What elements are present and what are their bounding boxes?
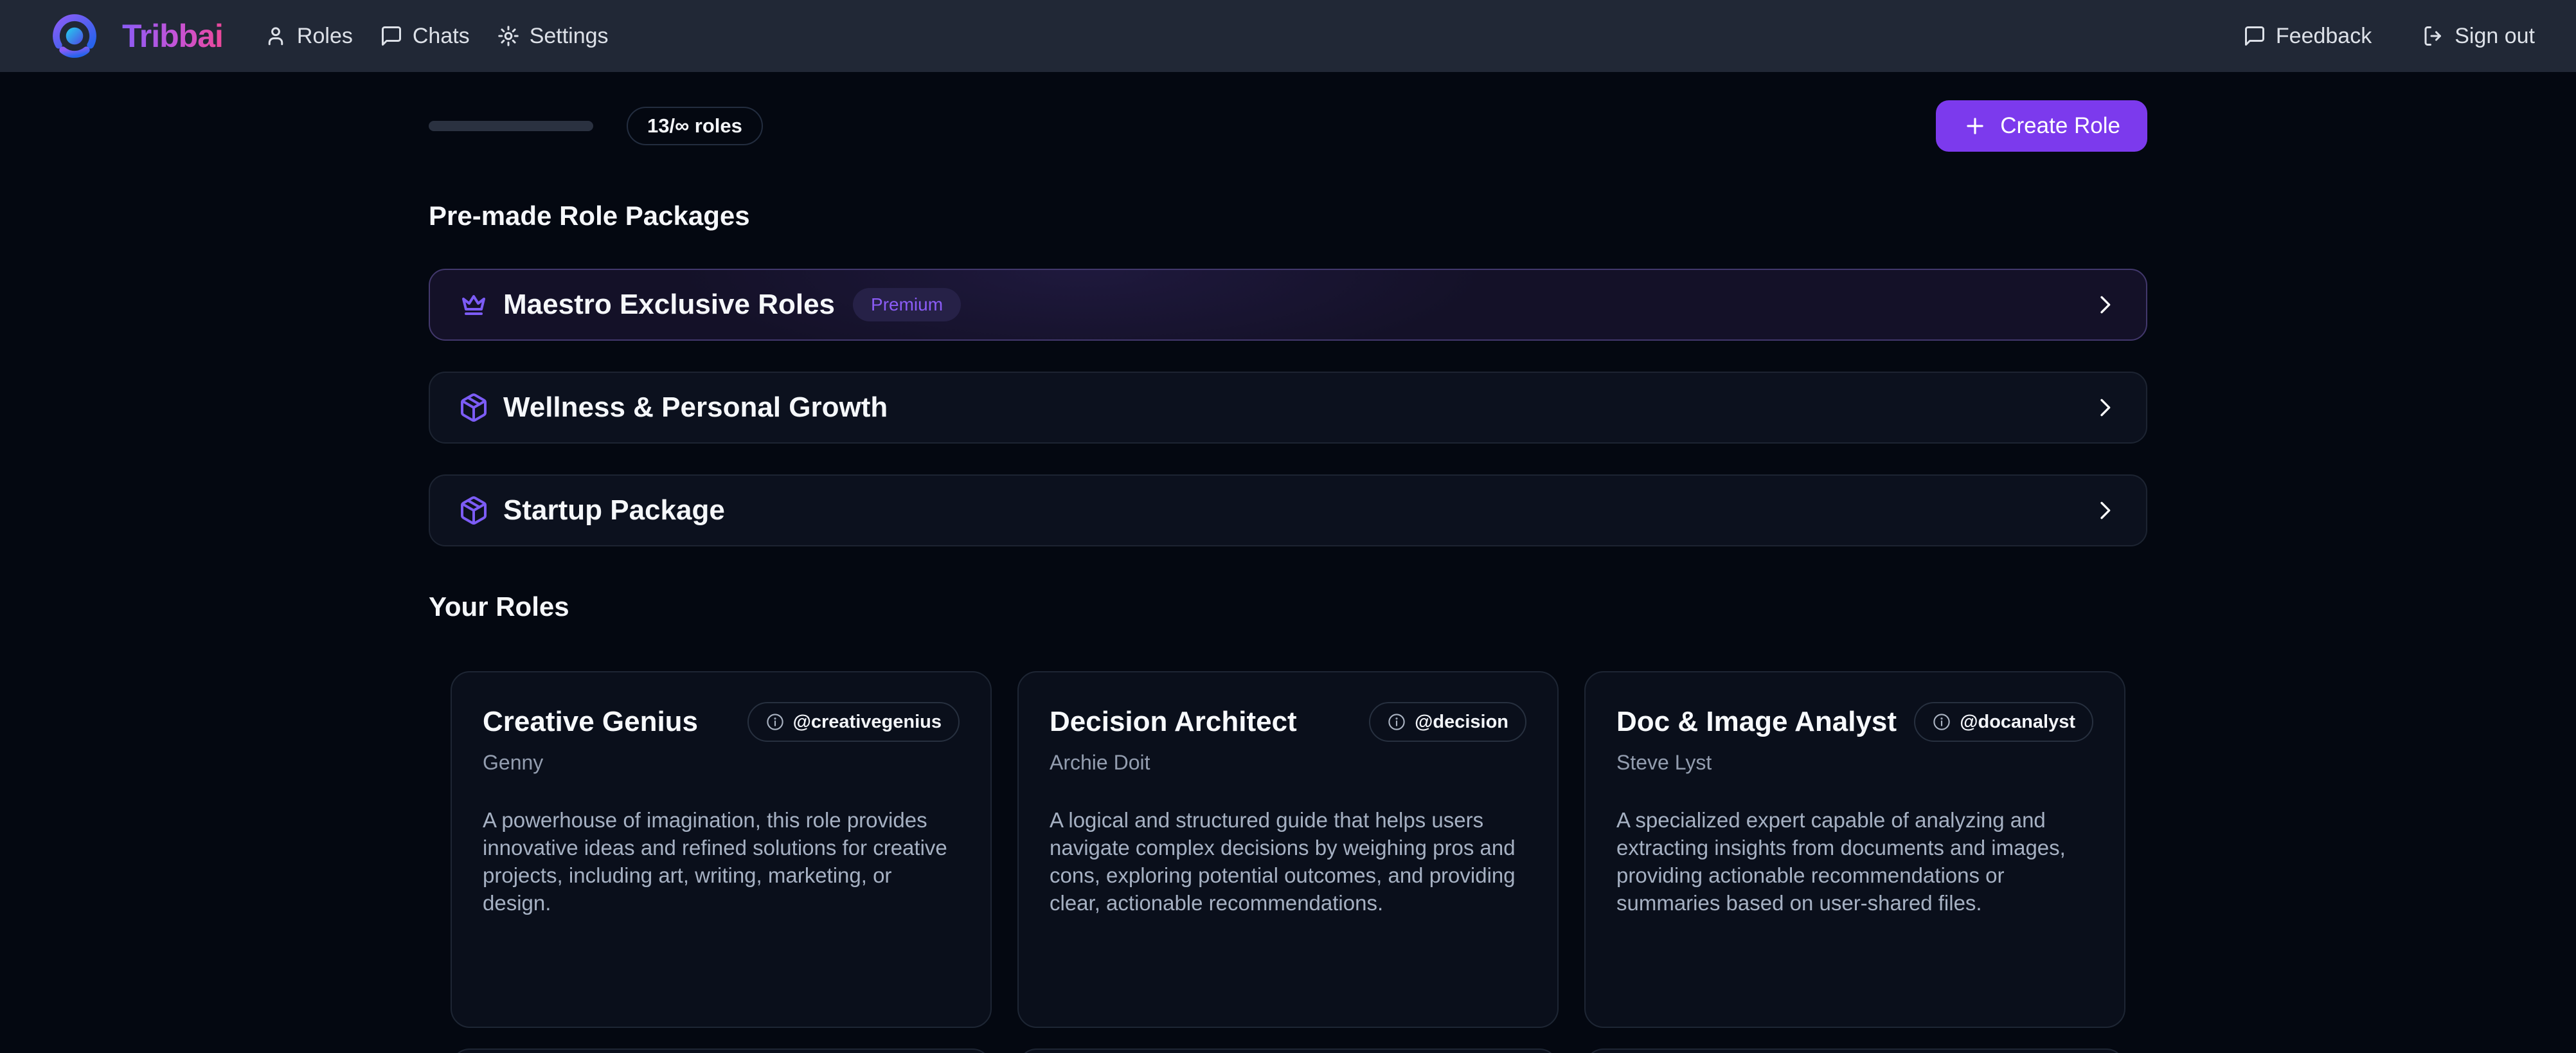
- role-card-partial[interactable]: [451, 1048, 992, 1053]
- create-role-button[interactable]: Create Role: [1936, 100, 2147, 152]
- role-card-creative-genius[interactable]: Creative Genius @creativegenius Genny A …: [451, 671, 992, 1028]
- info-icon: [1387, 712, 1406, 732]
- your-roles-grid-wrap: Creative Genius @creativegenius Genny A …: [429, 671, 2147, 1053]
- top-nav-bar: Tribbai Roles Chats: [0, 0, 2576, 72]
- packages-section-heading: Pre-made Role Packages: [429, 201, 2147, 231]
- chevron-right-icon[interactable]: [2092, 292, 2118, 318]
- role-handle-badge[interactable]: @docanalyst: [1914, 702, 2093, 742]
- roles-progress-bar: [429, 121, 593, 131]
- brand[interactable]: Tribbai: [41, 3, 223, 69]
- nav-item-chats[interactable]: Chats: [380, 24, 470, 49]
- brand-name: Tribbai: [122, 17, 223, 55]
- user-icon: [264, 24, 287, 48]
- nav-label: Sign out: [2455, 24, 2535, 49]
- role-card-doc-image-analyst[interactable]: Doc & Image Analyst @docanalyst Steve Ly…: [1584, 671, 2125, 1028]
- nav-label: Chats: [413, 24, 470, 49]
- package-icon: [458, 495, 489, 526]
- role-title: Decision Architect: [1050, 702, 1297, 738]
- main-nav: Roles Chats: [264, 24, 609, 49]
- role-description: A specialized expert capable of analyzin…: [1616, 807, 2093, 917]
- role-subtitle: Genny: [483, 751, 960, 775]
- roles-count-badge: 13/∞ roles: [627, 107, 763, 145]
- info-icon: [765, 712, 785, 732]
- role-handle: @decision: [1415, 712, 1508, 733]
- sign-out-button[interactable]: Sign out: [2422, 24, 2535, 49]
- package-icon: [458, 392, 489, 423]
- package-title: Startup Package: [503, 494, 725, 526]
- card-head: Creative Genius @creativegenius: [483, 702, 960, 742]
- package-row-maestro[interactable]: Maestro Exclusive Roles Premium: [429, 269, 2147, 341]
- package-title: Wellness & Personal Growth: [503, 392, 888, 424]
- gear-icon: [497, 24, 520, 48]
- package-row-wellness[interactable]: Wellness & Personal Growth: [429, 372, 2147, 444]
- nav-label: Feedback: [2276, 24, 2372, 49]
- role-handle-badge[interactable]: @decision: [1369, 702, 1526, 742]
- sign-out-icon: [2422, 24, 2445, 48]
- chat-icon: [2243, 24, 2266, 48]
- header-right: Feedback Sign out: [2243, 24, 2535, 49]
- roles-toolbar: 13/∞ roles Create Role: [429, 100, 2147, 152]
- role-handle: @docanalyst: [1960, 712, 2075, 733]
- main-content: 13/∞ roles Create Role Pre-made Role Pac…: [429, 100, 2147, 1053]
- role-card-partial[interactable]: [1584, 1048, 2125, 1053]
- role-subtitle: Steve Lyst: [1616, 751, 2093, 775]
- nav-item-roles[interactable]: Roles: [264, 24, 353, 49]
- nav-label: Settings: [530, 24, 609, 49]
- feedback-button[interactable]: Feedback: [2243, 24, 2372, 49]
- premium-badge: Premium: [853, 288, 961, 321]
- role-title: Doc & Image Analyst: [1616, 702, 1897, 738]
- card-head: Doc & Image Analyst @docanalyst: [1616, 702, 2093, 742]
- plus-icon: [1963, 114, 1987, 138]
- role-subtitle: Archie Doit: [1050, 751, 1526, 775]
- package-row-startup[interactable]: Startup Package: [429, 474, 2147, 546]
- role-title: Creative Genius: [483, 702, 698, 738]
- chevron-right-icon[interactable]: [2092, 395, 2118, 420]
- card-head: Decision Architect @decision: [1050, 702, 1526, 742]
- chevron-right-icon[interactable]: [2092, 498, 2118, 523]
- your-roles-grid: Creative Genius @creativegenius Genny A …: [451, 671, 2125, 1053]
- nav-item-settings[interactable]: Settings: [497, 24, 609, 49]
- info-icon: [1932, 712, 1951, 732]
- role-handle-badge[interactable]: @creativegenius: [747, 702, 960, 742]
- your-roles-section-heading: Your Roles: [429, 591, 2147, 622]
- create-role-label: Create Role: [2000, 113, 2120, 139]
- role-description: A logical and structured guide that help…: [1050, 807, 1526, 917]
- role-card-partial[interactable]: [1017, 1048, 1559, 1053]
- tribbai-logo-icon: [41, 3, 108, 69]
- role-description: A powerhouse of imagination, this role p…: [483, 807, 960, 917]
- crown-icon: [458, 289, 489, 320]
- chat-icon: [380, 24, 403, 48]
- package-title: Maestro Exclusive Roles: [503, 289, 835, 321]
- role-handle: @creativegenius: [793, 712, 942, 733]
- role-card-decision-architect[interactable]: Decision Architect @decision Archie Doit…: [1017, 671, 1559, 1028]
- nav-label: Roles: [297, 24, 353, 49]
